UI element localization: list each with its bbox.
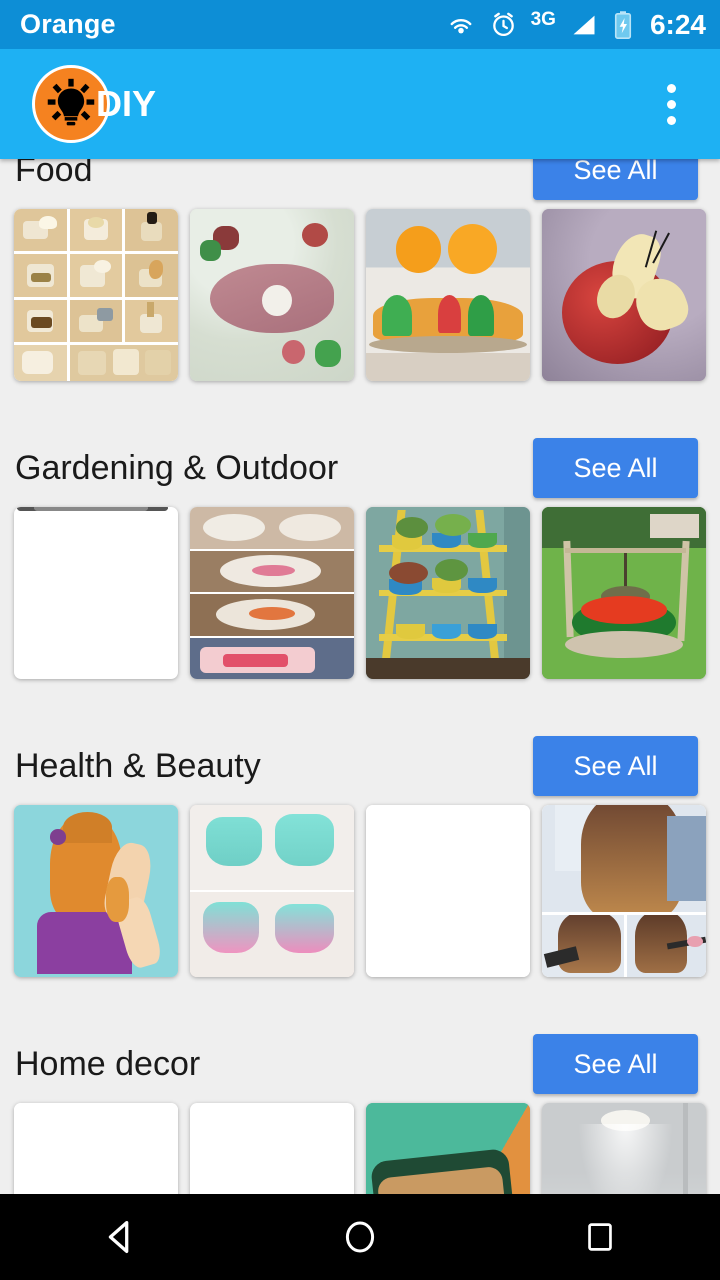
card-green-board-decor[interactable]: [366, 1103, 530, 1194]
alarm-icon: [492, 12, 514, 37]
section-food: Food See All: [0, 159, 720, 381]
android-nav-bar: [0, 1194, 720, 1280]
card-fish-shaped-meat-platter[interactable]: [190, 209, 354, 381]
phone-screen: Orange 3G 6:24 DIY Food See All Gardenin…: [0, 0, 720, 1280]
battery-charging-icon: [614, 10, 632, 39]
see-all-button-gardening-outdoor[interactable]: See All: [533, 438, 698, 498]
section-header: Health & Beauty See All: [0, 727, 720, 805]
card-apple-butterfly-carving[interactable]: [542, 209, 706, 381]
page-title: DIY: [96, 83, 157, 124]
section-header: Home decor See All: [0, 1025, 720, 1103]
card-woven-straw-craft[interactable]: [14, 1103, 178, 1194]
card-ceiling-light-fixture[interactable]: [542, 1103, 706, 1194]
card-dessert-cups-collage[interactable]: [14, 209, 178, 381]
section-title: Gardening & Outdoor: [15, 449, 339, 487]
home-button[interactable]: [300, 1194, 420, 1280]
section-home-decor: Home decor See All: [0, 1025, 720, 1194]
carrier-label: Orange: [20, 9, 116, 39]
section-title: Health & Beauty: [15, 747, 261, 785]
overflow-menu-icon[interactable]: [648, 76, 694, 132]
section-gardening-outdoor: Gardening & Outdoor See All: [0, 429, 720, 679]
card-ladder-trellis-can-planters[interactable]: [366, 507, 530, 679]
thumbnail-row: [0, 209, 720, 381]
category-list[interactable]: Food See All Gardening & Outdoor See All…: [0, 159, 720, 1194]
card-hair-braiding-illustration[interactable]: [14, 805, 178, 977]
thumbnail-row: [0, 507, 720, 679]
network-type-label: 3G: [530, 9, 556, 30]
app-bar: DIY: [0, 49, 720, 159]
card-wishing-well-flower-bed[interactable]: [542, 507, 706, 679]
status-icons: 3G 6:24: [446, 10, 706, 40]
cast-icon: [450, 18, 472, 33]
section-header: Gardening & Outdoor See All: [0, 429, 720, 507]
recents-button[interactable]: [540, 1194, 660, 1280]
section-title: Home decor: [15, 1045, 201, 1083]
see-all-button-health-beauty[interactable]: See All: [533, 736, 698, 796]
card-sponge-gradient-nails[interactable]: [366, 805, 530, 977]
see-all-button-food[interactable]: See All: [533, 159, 698, 200]
card-ombre-nail-tutorial[interactable]: [190, 805, 354, 977]
card-orange-jello-wedges[interactable]: [366, 209, 530, 381]
thumbnail-row: [0, 805, 720, 977]
clock-label: 6:24: [649, 8, 706, 40]
card-garden-stepping-stone-tutorial[interactable]: [190, 507, 354, 679]
signal-icon: [573, 15, 595, 34]
card-wooden-craft-closeup[interactable]: [190, 1103, 354, 1194]
card-hair-highlighting-tutorial[interactable]: [542, 805, 706, 977]
card-tiered-planter-diagram[interactable]: [14, 507, 178, 679]
see-all-button-home-decor[interactable]: See All: [533, 1034, 698, 1094]
section-header: Food See All: [0, 159, 720, 209]
back-button[interactable]: [60, 1194, 180, 1280]
section-title: Food: [15, 159, 93, 189]
status-bar: Orange 3G 6:24: [0, 0, 720, 49]
thumbnail-row: [0, 1103, 720, 1194]
section-health-beauty: Health & Beauty See All: [0, 727, 720, 977]
